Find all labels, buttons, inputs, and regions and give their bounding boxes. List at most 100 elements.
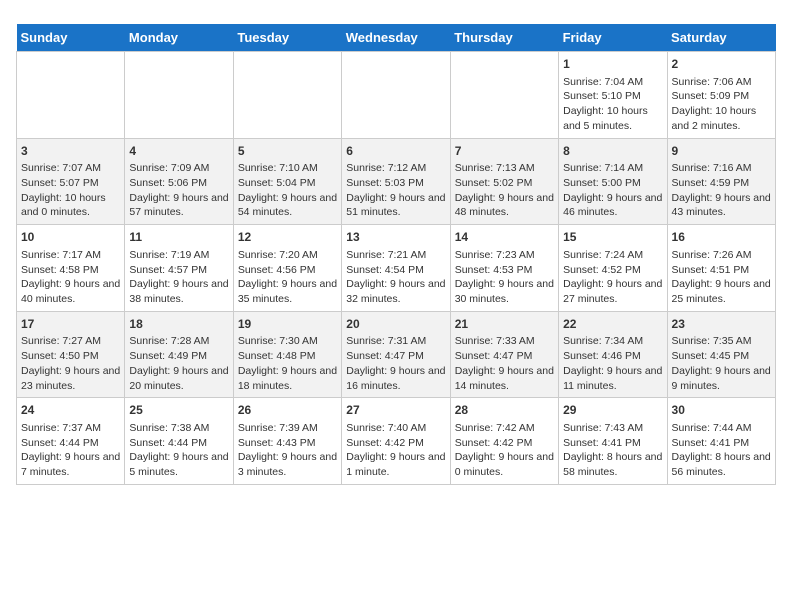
day-number: 18: [129, 316, 228, 333]
day-number: 3: [21, 143, 120, 160]
day-number: 1: [563, 56, 662, 73]
calendar-cell: 30Sunrise: 7:44 AMSunset: 4:41 PMDayligh…: [667, 398, 775, 485]
day-info: Sunrise: 7:13 AM: [455, 161, 554, 176]
day-info: Daylight: 10 hours and 0 minutes.: [21, 191, 120, 220]
calendar-cell: 29Sunrise: 7:43 AMSunset: 4:41 PMDayligh…: [559, 398, 667, 485]
day-info: Sunset: 4:47 PM: [346, 349, 445, 364]
calendar-cell: 12Sunrise: 7:20 AMSunset: 4:56 PMDayligh…: [233, 225, 341, 312]
day-info: Sunset: 4:45 PM: [672, 349, 771, 364]
day-number: 17: [21, 316, 120, 333]
day-info: Sunrise: 7:14 AM: [563, 161, 662, 176]
calendar-week-5: 24Sunrise: 7:37 AMSunset: 4:44 PMDayligh…: [17, 398, 776, 485]
weekday-header-row: SundayMondayTuesdayWednesdayThursdayFrid…: [17, 24, 776, 52]
day-info: Daylight: 9 hours and 27 minutes.: [563, 277, 662, 306]
day-info: Sunrise: 7:42 AM: [455, 421, 554, 436]
day-info: Sunrise: 7:24 AM: [563, 248, 662, 263]
day-info: Daylight: 10 hours and 2 minutes.: [672, 104, 771, 133]
day-number: 21: [455, 316, 554, 333]
calendar-cell: 17Sunrise: 7:27 AMSunset: 4:50 PMDayligh…: [17, 311, 125, 398]
day-info: Sunset: 4:50 PM: [21, 349, 120, 364]
calendar-cell: 10Sunrise: 7:17 AMSunset: 4:58 PMDayligh…: [17, 225, 125, 312]
day-number: 12: [238, 229, 337, 246]
calendar-cell: 14Sunrise: 7:23 AMSunset: 4:53 PMDayligh…: [450, 225, 558, 312]
calendar-cell: 8Sunrise: 7:14 AMSunset: 5:00 PMDaylight…: [559, 138, 667, 225]
calendar-table: SundayMondayTuesdayWednesdayThursdayFrid…: [16, 24, 776, 485]
calendar-cell: 9Sunrise: 7:16 AMSunset: 4:59 PMDaylight…: [667, 138, 775, 225]
day-info: Sunset: 5:00 PM: [563, 176, 662, 191]
day-info: Sunrise: 7:43 AM: [563, 421, 662, 436]
day-number: 27: [346, 402, 445, 419]
day-info: Daylight: 9 hours and 23 minutes.: [21, 364, 120, 393]
day-info: Sunrise: 7:33 AM: [455, 334, 554, 349]
day-info: Daylight: 9 hours and 54 minutes.: [238, 191, 337, 220]
day-info: Sunset: 5:03 PM: [346, 176, 445, 191]
calendar-cell: [17, 52, 125, 139]
day-info: Sunset: 4:41 PM: [672, 436, 771, 451]
day-info: Daylight: 9 hours and 51 minutes.: [346, 191, 445, 220]
day-info: Daylight: 9 hours and 48 minutes.: [455, 191, 554, 220]
day-info: Sunset: 4:56 PM: [238, 263, 337, 278]
day-info: Daylight: 9 hours and 9 minutes.: [672, 364, 771, 393]
calendar-week-3: 10Sunrise: 7:17 AMSunset: 4:58 PMDayligh…: [17, 225, 776, 312]
calendar-cell: 20Sunrise: 7:31 AMSunset: 4:47 PMDayligh…: [342, 311, 450, 398]
day-info: Daylight: 9 hours and 11 minutes.: [563, 364, 662, 393]
day-number: 8: [563, 143, 662, 160]
day-number: 19: [238, 316, 337, 333]
calendar-cell: [125, 52, 233, 139]
day-number: 22: [563, 316, 662, 333]
day-info: Sunset: 5:06 PM: [129, 176, 228, 191]
day-number: 15: [563, 229, 662, 246]
day-number: 11: [129, 229, 228, 246]
day-info: Sunset: 4:58 PM: [21, 263, 120, 278]
calendar-cell: 15Sunrise: 7:24 AMSunset: 4:52 PMDayligh…: [559, 225, 667, 312]
weekday-header-friday: Friday: [559, 24, 667, 52]
weekday-header-sunday: Sunday: [17, 24, 125, 52]
calendar-cell: 6Sunrise: 7:12 AMSunset: 5:03 PMDaylight…: [342, 138, 450, 225]
day-info: Daylight: 9 hours and 57 minutes.: [129, 191, 228, 220]
day-info: Sunset: 5:10 PM: [563, 89, 662, 104]
day-info: Daylight: 9 hours and 25 minutes.: [672, 277, 771, 306]
calendar-cell: [233, 52, 341, 139]
day-info: Sunrise: 7:35 AM: [672, 334, 771, 349]
day-info: Sunset: 4:43 PM: [238, 436, 337, 451]
day-number: 6: [346, 143, 445, 160]
day-info: Daylight: 9 hours and 30 minutes.: [455, 277, 554, 306]
calendar-cell: 21Sunrise: 7:33 AMSunset: 4:47 PMDayligh…: [450, 311, 558, 398]
day-info: Sunrise: 7:21 AM: [346, 248, 445, 263]
day-info: Sunset: 4:53 PM: [455, 263, 554, 278]
calendar-cell: 28Sunrise: 7:42 AMSunset: 4:42 PMDayligh…: [450, 398, 558, 485]
day-number: 14: [455, 229, 554, 246]
day-info: Sunrise: 7:28 AM: [129, 334, 228, 349]
day-info: Sunset: 4:44 PM: [21, 436, 120, 451]
calendar-cell: 2Sunrise: 7:06 AMSunset: 5:09 PMDaylight…: [667, 52, 775, 139]
calendar-cell: 4Sunrise: 7:09 AMSunset: 5:06 PMDaylight…: [125, 138, 233, 225]
day-info: Sunset: 4:48 PM: [238, 349, 337, 364]
day-info: Daylight: 10 hours and 5 minutes.: [563, 104, 662, 133]
day-info: Daylight: 9 hours and 3 minutes.: [238, 450, 337, 479]
day-info: Sunrise: 7:27 AM: [21, 334, 120, 349]
day-info: Sunrise: 7:06 AM: [672, 75, 771, 90]
day-info: Sunrise: 7:26 AM: [672, 248, 771, 263]
day-number: 16: [672, 229, 771, 246]
day-info: Daylight: 9 hours and 20 minutes.: [129, 364, 228, 393]
calendar-cell: 5Sunrise: 7:10 AMSunset: 5:04 PMDaylight…: [233, 138, 341, 225]
day-info: Sunrise: 7:10 AM: [238, 161, 337, 176]
day-info: Daylight: 9 hours and 14 minutes.: [455, 364, 554, 393]
calendar-cell: 25Sunrise: 7:38 AMSunset: 4:44 PMDayligh…: [125, 398, 233, 485]
day-info: Sunset: 5:04 PM: [238, 176, 337, 191]
day-info: Sunset: 4:49 PM: [129, 349, 228, 364]
calendar-cell: 7Sunrise: 7:13 AMSunset: 5:02 PMDaylight…: [450, 138, 558, 225]
day-number: 13: [346, 229, 445, 246]
calendar-cell: 19Sunrise: 7:30 AMSunset: 4:48 PMDayligh…: [233, 311, 341, 398]
calendar-week-4: 17Sunrise: 7:27 AMSunset: 4:50 PMDayligh…: [17, 311, 776, 398]
calendar-cell: 13Sunrise: 7:21 AMSunset: 4:54 PMDayligh…: [342, 225, 450, 312]
weekday-header-saturday: Saturday: [667, 24, 775, 52]
day-number: 28: [455, 402, 554, 419]
day-info: Daylight: 8 hours and 58 minutes.: [563, 450, 662, 479]
calendar-cell: 3Sunrise: 7:07 AMSunset: 5:07 PMDaylight…: [17, 138, 125, 225]
day-info: Sunrise: 7:39 AM: [238, 421, 337, 436]
day-number: 29: [563, 402, 662, 419]
day-info: Sunset: 4:44 PM: [129, 436, 228, 451]
day-info: Sunset: 4:42 PM: [346, 436, 445, 451]
day-info: Sunset: 4:51 PM: [672, 263, 771, 278]
